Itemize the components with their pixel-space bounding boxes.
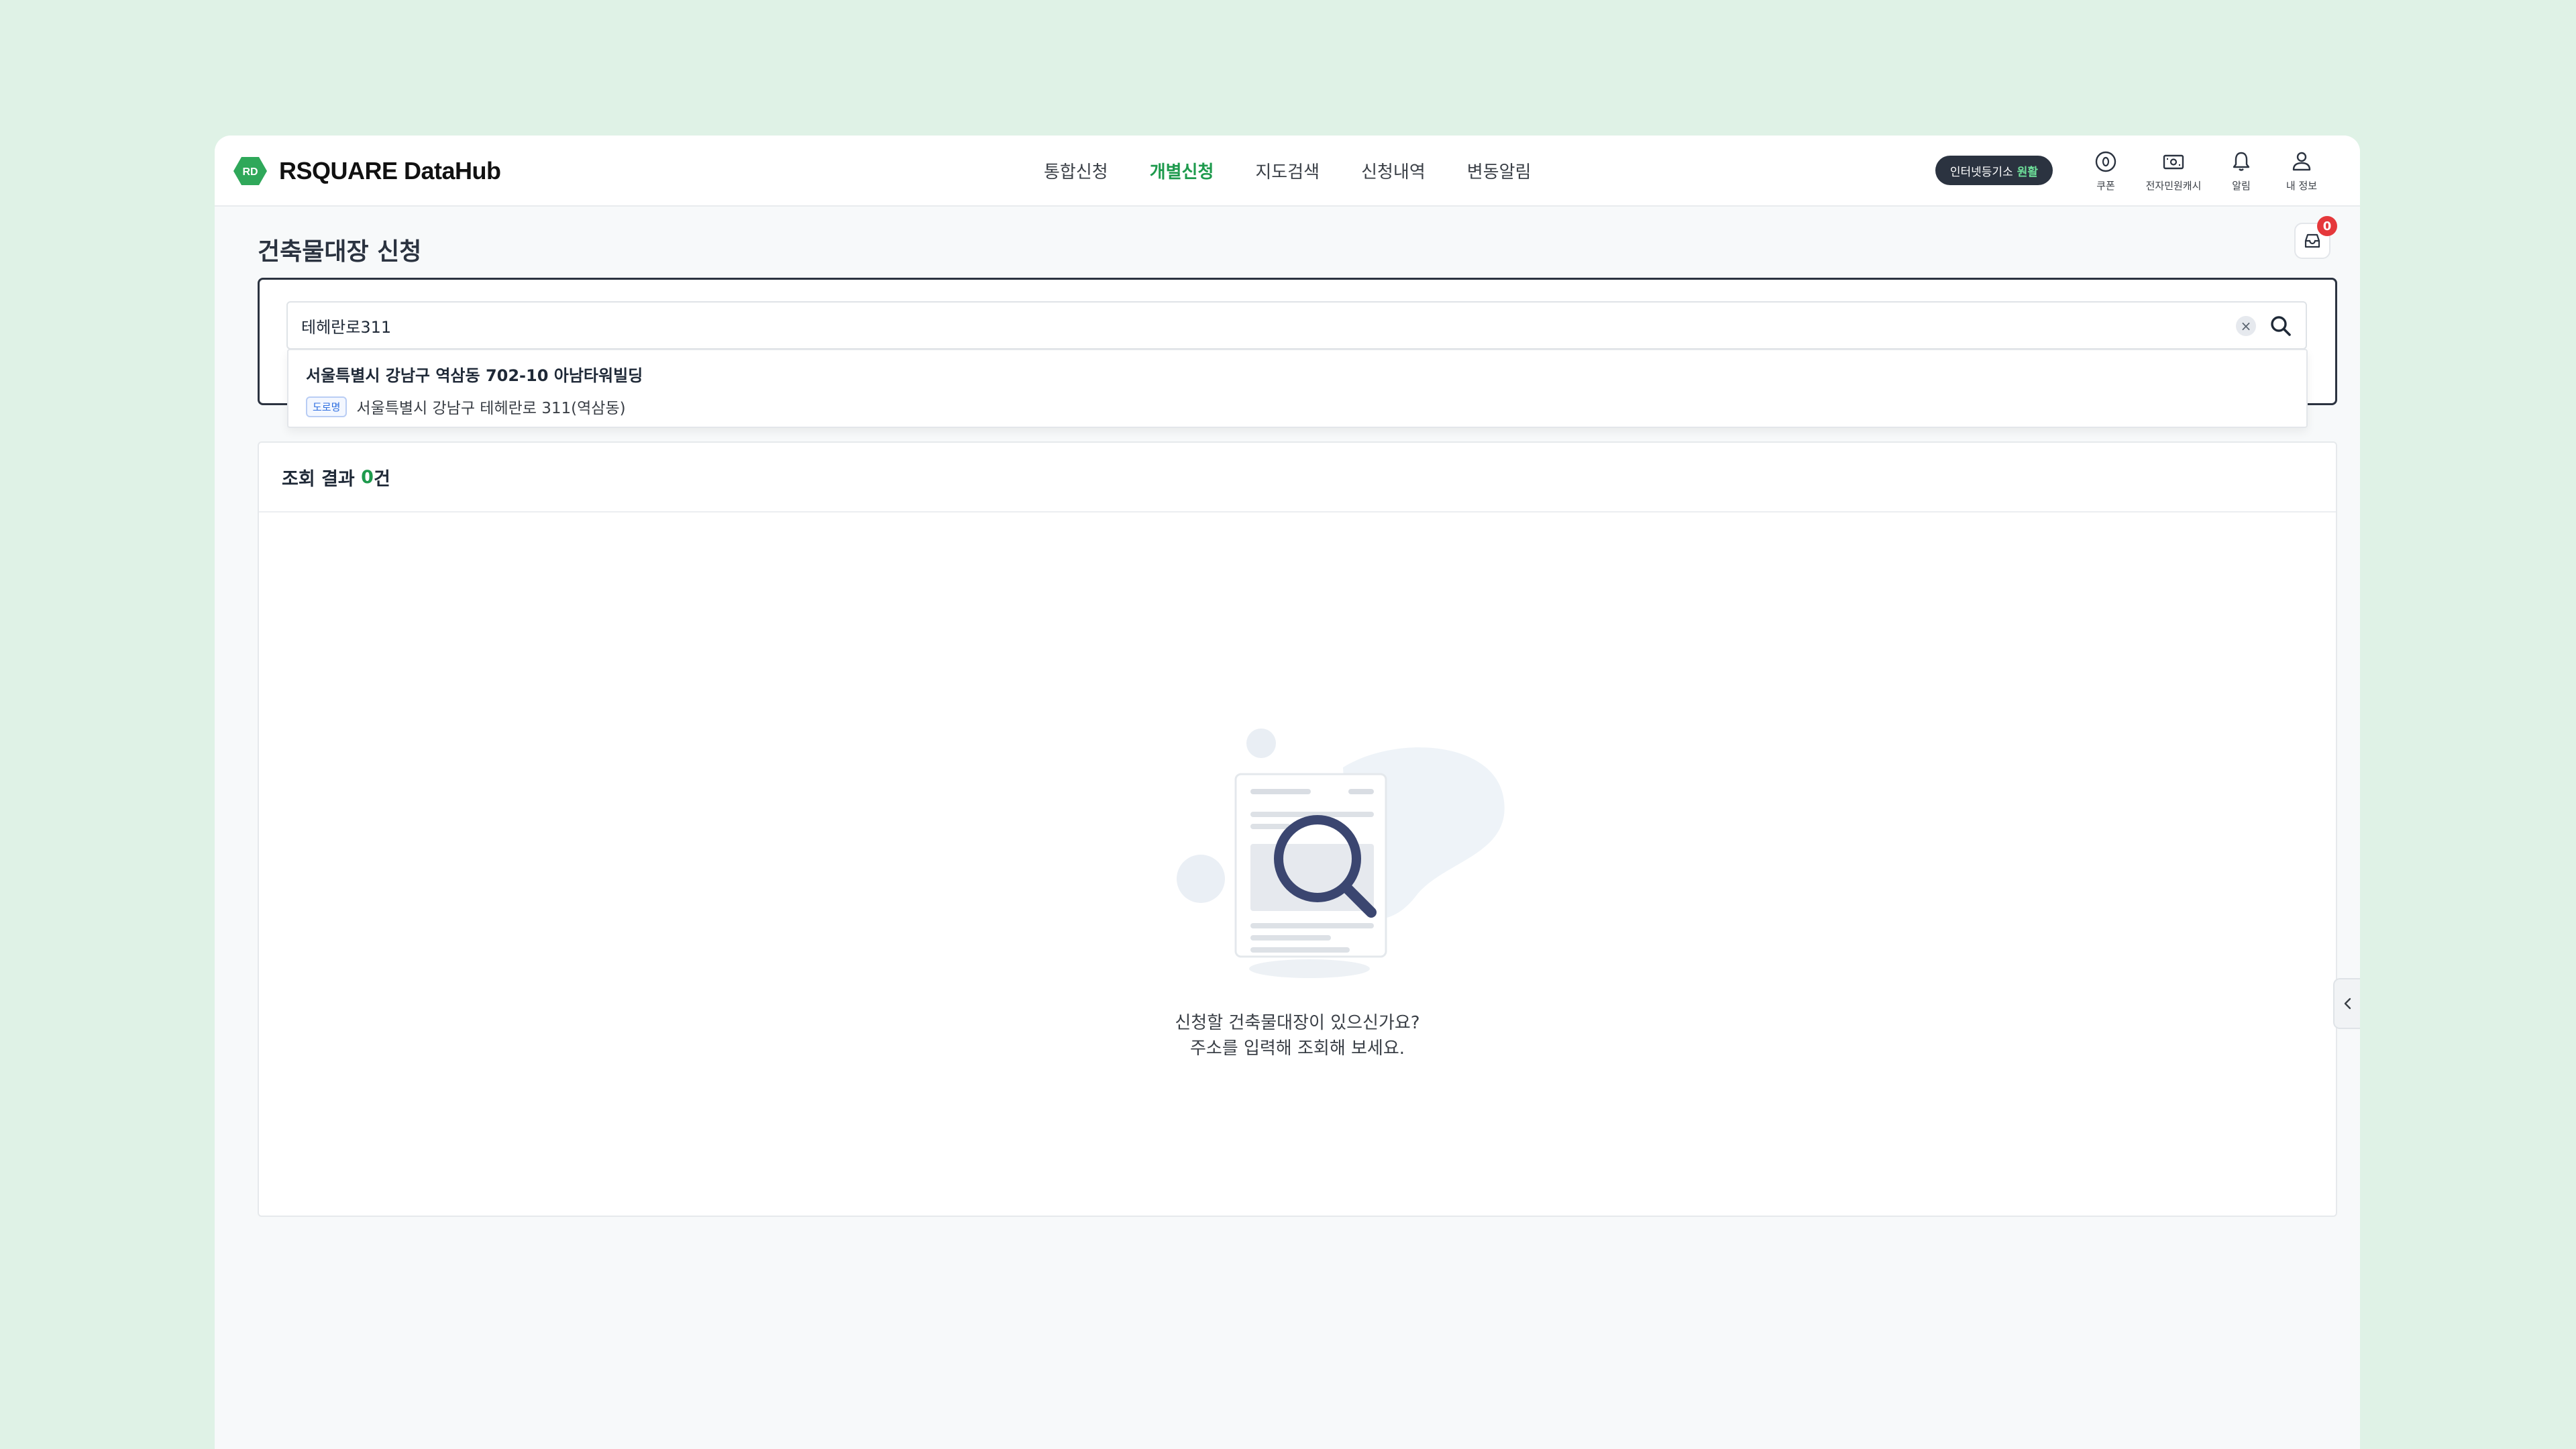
side-panel-toggle[interactable] [2333,978,2360,1029]
road-name-tag: 도로명 [306,396,347,417]
inbox-badge: 0 [2317,216,2337,236]
profile-label: 내 정보 [2286,179,2318,192]
cash-label: 전자민원캐시 [2145,179,2202,192]
results-header: 조회 결과 0건 [259,443,2336,513]
nav-application-history[interactable]: 신청내역 [1361,158,1426,183]
empty-search-illustration-icon [1177,729,1505,978]
empty-state-message: 신청할 건축물대장이 있으신가요? 주소를 입력해 조회해 보세요. [259,1010,2336,1061]
coupon-label: 쿠폰 [2096,179,2115,192]
address-suggestion-dropdown: 서울특별시 강남구 역삼동 702-10 아남타워빌딩 도로명 서울특별시 강남… [287,349,2308,428]
search-field-wrap: × [286,301,2307,350]
nav-map-search[interactable]: 지도검색 [1255,158,1320,183]
coupon-button[interactable]: 쿠폰 [2076,149,2136,193]
registry-status-badge[interactable]: 인터넷등기소 원활 [1935,156,2053,185]
clear-search-button[interactable]: × [2236,316,2256,336]
address-search-input[interactable] [301,303,2233,348]
coupon-icon [2095,151,2116,172]
results-panel: 조회 결과 0건 신청할 건축물대장이 있으신가요? 주소를 입력해 조회해 보… [258,441,2337,1217]
cash-icon [2163,154,2184,169]
alerts-label: 알림 [2232,179,2251,192]
registry-label: 인터넷등기소 [1949,165,2013,179]
inbox-icon [2304,233,2320,248]
logo-mark-text: RD [242,166,258,178]
nav-integrated-apply[interactable]: 통합신청 [1044,158,1108,183]
empty-line-1: 신청할 건축물대장이 있으신가요? [1175,1013,1420,1033]
suggestion-title: 서울특별시 강남구 역삼동 702-10 아남타워빌딩 [306,366,643,385]
user-icon [2292,152,2311,170]
top-header: RD RSQUARE DataHub 통합신청 개별신청 지도검색 신청내역 변… [215,136,2360,207]
empty-line-2: 주소를 입력해 조회해 보세요. [1189,1038,1405,1059]
header-right-menu: 인터넷등기소 원활 쿠폰 전자민원캐시 알림 내 정보 [1935,136,2332,205]
logo-mark-icon: RD [233,157,267,185]
suggestion-road-row: 도로명 서울특별시 강남구 테헤란로 311(역삼동) [306,395,643,418]
main-nav: 통합신청 개별신청 지도검색 신청내역 변동알림 [1044,136,1531,205]
suggestion-item[interactable]: 서울특별시 강남구 역삼동 702-10 아남타워빌딩 도로명 서울특별시 강남… [306,362,643,418]
nav-change-alerts[interactable]: 변동알림 [1467,158,1532,183]
registry-status: 원활 [2017,165,2038,179]
alerts-button[interactable]: 알림 [2211,149,2271,193]
results-label: 조회 결과 [282,468,355,490]
results-unit: 건 [373,468,390,490]
logo-text: RSQUARE DataHub [279,157,501,184]
chevron-left-icon [2344,998,2351,1010]
page-title: 건축물대장 신청 [258,238,422,266]
search-icon[interactable] [2268,313,2294,339]
results-count: 0 [361,466,374,488]
app-window: RD RSQUARE DataHub 통합신청 개별신청 지도검색 신청내역 변… [215,136,2360,1449]
suggestion-road-address: 서울특별시 강남구 테헤란로 311(역삼동) [356,400,626,417]
bell-icon [2233,152,2250,171]
profile-button[interactable]: 내 정보 [2271,149,2332,193]
logo[interactable]: RD RSQUARE DataHub [233,154,501,188]
inbox-button[interactable]: 0 [2294,216,2337,259]
nav-individual-apply[interactable]: 개별신청 [1150,158,1214,183]
e-civil-cash-button[interactable]: 전자민원캐시 [2136,149,2211,193]
